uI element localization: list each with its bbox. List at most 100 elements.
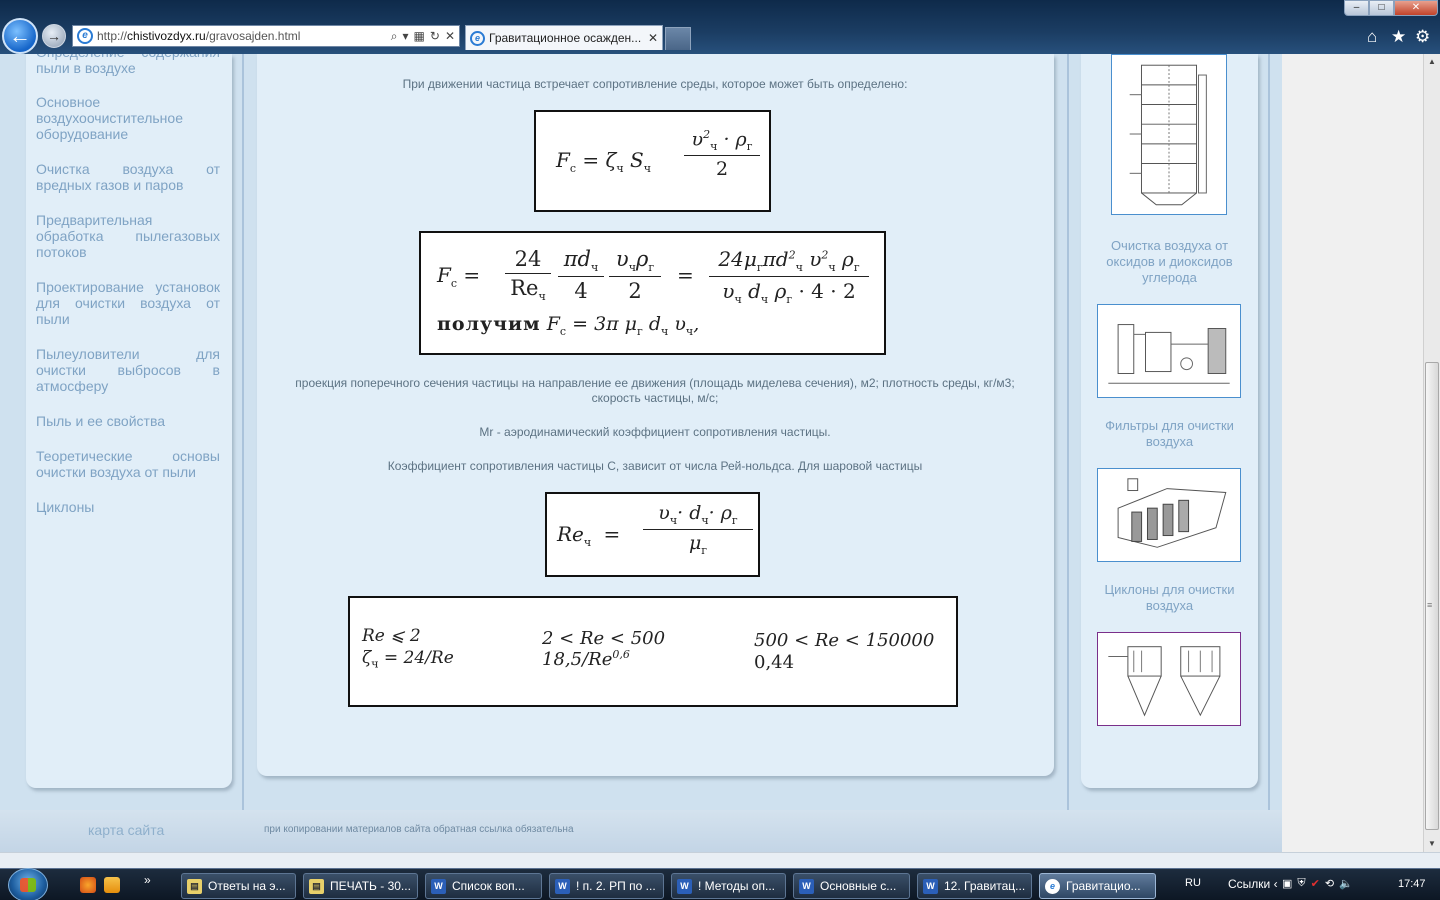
- f3-num-v: υ: [658, 502, 670, 524]
- firefox-icon[interactable]: [80, 877, 96, 893]
- column-divider-edge: [1268, 54, 1270, 810]
- address-bar[interactable]: e http://chistivozdyx.ru/gravosajden.htm…: [72, 25, 460, 47]
- f3-num-d: · d: [677, 502, 702, 524]
- tab-active[interactable]: e Гравитационное осажден... ✕: [465, 25, 663, 50]
- task-answers[interactable]: ▤ Ответы на э...: [181, 873, 296, 899]
- task-label: ! Методы оп...: [698, 879, 775, 893]
- f2-l2-v: υ: [674, 313, 686, 335]
- media-player-icon[interactable]: [104, 877, 120, 893]
- sitemap-link[interactable]: карта сайта: [88, 822, 164, 838]
- tools-gear-icon[interactable]: ⚙: [1415, 27, 1430, 47]
- task-label: ! п. 2. РП по ...: [576, 879, 656, 893]
- ie-icon: e: [1045, 878, 1060, 894]
- thumbnail-filter-drawing: [1117, 478, 1227, 548]
- tab-title: Гравитационное осажден...: [489, 31, 642, 45]
- f4-c2-r2: 18,5/Re0,6: [542, 648, 630, 670]
- task-gravity-doc[interactable]: W 12. Гравитац...: [917, 873, 1032, 899]
- new-tab-button[interactable]: [665, 27, 691, 50]
- f3-den: μ: [688, 531, 702, 554]
- maximize-button[interactable]: □: [1369, 0, 1394, 16]
- nav-item-design[interactable]: Проектирование установок для очистки воз…: [36, 279, 220, 327]
- nav-item-dust-properties[interactable]: Пыль и ее свойства: [36, 413, 220, 429]
- scroll-up-arrow-icon[interactable]: ▲: [1424, 54, 1440, 70]
- browser-chrome: – □ ✕ ← → e http://chistivozdyx.ru/gravo…: [0, 0, 1440, 54]
- f2-l2-f: F: [546, 313, 560, 335]
- f2-frac2-den: 4: [558, 276, 604, 303]
- f1-lhs-sub: с: [569, 162, 577, 175]
- site-background: Определение содержания пыли в воздухе Ос…: [0, 54, 1282, 852]
- scrollbar-grip-icon: ≡: [1427, 600, 1433, 610]
- language-indicator[interactable]: RU: [1185, 877, 1201, 889]
- back-arrow-icon: ←: [9, 23, 31, 48]
- antivirus-icon[interactable]: ✔: [1311, 877, 1320, 890]
- ie-tab-icon: e: [470, 30, 485, 46]
- task-basics[interactable]: W Основные с...: [793, 873, 910, 899]
- url-text[interactable]: http://chistivozdyx.ru/gravosajden.html: [97, 29, 391, 43]
- f4-c3-r2: 0,44: [754, 652, 795, 673]
- shield-icon[interactable]: ⛨: [1297, 877, 1305, 890]
- close-window-button[interactable]: ✕: [1394, 0, 1438, 16]
- links-toolbar[interactable]: Ссылки ‹: [1228, 877, 1278, 891]
- quicklaunch-more-icon[interactable]: »: [144, 873, 151, 887]
- f2-frac2-num: πd: [563, 247, 591, 271]
- nav-item-pretreatment[interactable]: Предварительная обработка пылегазовых по…: [36, 212, 220, 260]
- nav-item-gas-cleaning[interactable]: Очистка воздуха от вредных газов и паров: [36, 161, 220, 193]
- thumbnail-filters[interactable]: [1097, 468, 1241, 562]
- right-sidebar: Очистка воздуха от оксидов и диоксидов у…: [1081, 54, 1258, 788]
- folder-icon: ▤: [309, 878, 324, 894]
- f2-f4-a: 24μ: [718, 247, 757, 271]
- network-icon[interactable]: ▣: [1282, 877, 1292, 890]
- thumbnail-cyclones[interactable]: [1097, 632, 1241, 726]
- search-icon[interactable]: ⌕: [391, 29, 398, 44]
- left-navigation: Определение содержания пыли в воздухе Ос…: [26, 54, 232, 788]
- forward-button[interactable]: →: [42, 24, 66, 48]
- compat-view-icon[interactable]: ▦: [414, 29, 425, 44]
- favorites-star-icon[interactable]: ★: [1391, 27, 1406, 47]
- f2-l2-d-sub: ч: [661, 324, 669, 338]
- update-icon[interactable]: ⟲: [1325, 877, 1334, 890]
- task-questions-list[interactable]: W Список воп...: [425, 873, 542, 899]
- f2-l2-f-sub: с: [559, 324, 567, 338]
- minimize-button[interactable]: –: [1344, 0, 1369, 16]
- nav-item-dust-content[interactable]: Определение содержания пыли в воздухе: [36, 54, 220, 76]
- url-prefix: http://: [97, 29, 128, 43]
- windows-taskbar: » ▤ Ответы на э... ▤ ПЕЧАТЬ - 30... W Списо…: [0, 868, 1440, 900]
- paragraph-definitions: проекция поперечного сечения частицы на …: [295, 376, 1015, 405]
- vertical-scrollbar[interactable]: ▲ ≡ ▼: [1423, 54, 1440, 852]
- nav-item-theory[interactable]: Теоретические основы очистки воздуха от …: [36, 448, 220, 480]
- nav-item-dust-collectors[interactable]: Пылеуловители для очистки выбросов в атм…: [36, 346, 220, 394]
- link-carbon-oxides[interactable]: Очистка воздуха от оксидов и диоксидов у…: [1091, 238, 1248, 286]
- f2-eq: =: [463, 263, 481, 287]
- scrollbar-thumb[interactable]: [1425, 362, 1439, 830]
- link-cyclones[interactable]: Циклоны для очистки воздуха: [1091, 582, 1248, 614]
- stop-icon[interactable]: ✕: [445, 29, 455, 44]
- f1-s-sub: ч: [643, 162, 652, 175]
- refresh-icon[interactable]: ↻: [430, 29, 440, 44]
- f2-frac3-num-sub: ч: [628, 261, 636, 275]
- thumbnail-carbon-oxides[interactable]: [1097, 304, 1241, 398]
- paragraph-coefficient: Mr - аэродинамический коэффициент сопрот…: [479, 425, 831, 439]
- nav-item-main-equipment[interactable]: Основное воздухоочистительное оборудован…: [36, 94, 220, 142]
- close-tab-icon[interactable]: ✕: [648, 31, 662, 45]
- start-button[interactable]: [8, 868, 48, 900]
- paragraph-reynolds: Коэффициент сопротивления частицы С, зав…: [387, 459, 923, 473]
- home-icon[interactable]: ⌂: [1367, 27, 1377, 47]
- thumbnail-equipment-diagram[interactable]: [1111, 54, 1227, 215]
- chevron-left-icon: ‹: [1273, 877, 1278, 891]
- f1-num-sub: ч: [710, 140, 718, 154]
- back-button[interactable]: ←: [2, 18, 38, 54]
- f1-zeta: = ζ: [582, 148, 617, 172]
- dropdown-icon[interactable]: ▾: [403, 29, 409, 44]
- clock[interactable]: 17:47: [1398, 878, 1426, 890]
- nav-item-cyclones[interactable]: Циклоны: [36, 499, 220, 515]
- task-rp[interactable]: W ! п. 2. РП по ...: [549, 873, 664, 899]
- formula-drag-force: Fс = ζч Sч υ2ч · ρг 2: [534, 110, 771, 212]
- scroll-down-arrow-icon[interactable]: ▼: [1424, 836, 1440, 852]
- task-print[interactable]: ▤ ПЕЧАТЬ - 30...: [303, 873, 418, 899]
- page-margin: [1282, 54, 1423, 852]
- task-methods[interactable]: W ! Методы оп...: [671, 873, 786, 899]
- volume-icon[interactable]: 🔈: [1339, 877, 1353, 890]
- f1-fraction: υ2ч · ρг 2: [684, 128, 760, 180]
- link-filters[interactable]: Фильтры для очистки воздуха: [1091, 418, 1248, 450]
- task-gravity-browser[interactable]: e Гравитацио...: [1039, 873, 1156, 899]
